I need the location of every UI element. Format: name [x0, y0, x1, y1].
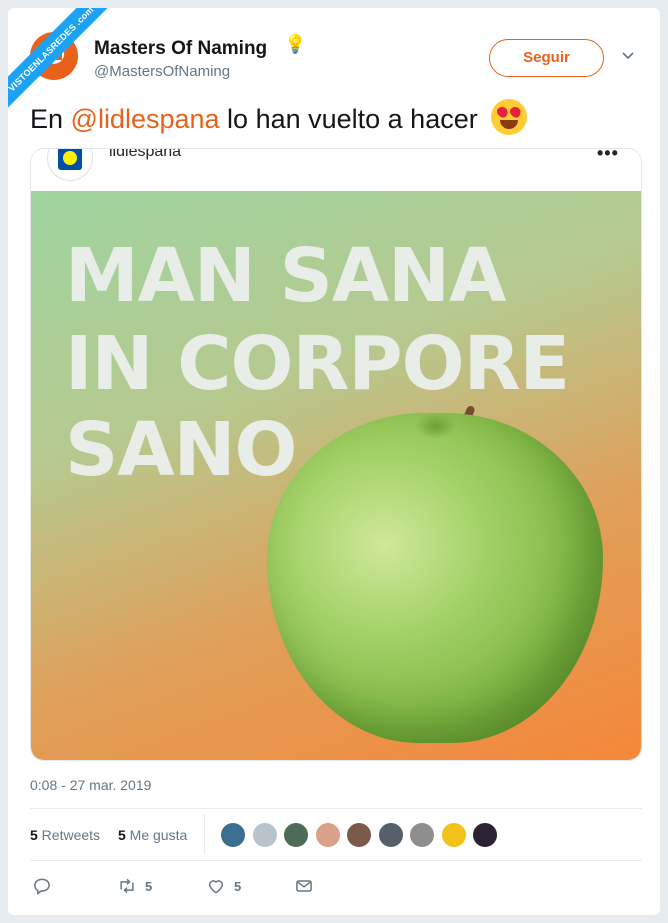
tweet-text-end: lo han vuelto a hacer — [219, 104, 478, 135]
tweet-card: VISTOENLASREDES .com Masters Of Naming 💡… — [8, 8, 660, 915]
green-apple-image — [267, 413, 603, 743]
like-count: 5 — [234, 878, 242, 894]
liker-avatar[interactable] — [283, 822, 309, 848]
ad-headline-line-3: SANO — [65, 407, 297, 493]
chevron-down-icon[interactable] — [622, 50, 634, 62]
light-bulb-icon: 💡 — [284, 34, 307, 54]
liker-avatar[interactable] — [409, 822, 435, 848]
heart-icon — [208, 880, 224, 894]
liker-avatar[interactable] — [251, 822, 278, 848]
reply-icon — [34, 878, 50, 895]
retweets-label: Retweets — [37, 827, 101, 843]
lidl-logo-icon — [47, 149, 93, 181]
apple-top-shading — [416, 413, 456, 439]
direct-message-button[interactable] — [294, 875, 314, 897]
envelope-icon — [296, 880, 312, 892]
stats-divider — [204, 814, 205, 854]
embedded-post-image[interactable]: lidlespana ••• MAN SANA IN CORPORE SANO — [30, 148, 642, 761]
ad-headline-line-1: MAN SANA — [65, 233, 506, 319]
more-options-icon: ••• — [597, 148, 619, 163]
retweet-icon — [120, 878, 134, 894]
advert-graphic: MAN SANA IN CORPORE SANO — [31, 191, 641, 760]
retweet-count: 5 — [145, 878, 153, 894]
likes-count: 5 — [118, 827, 126, 843]
heart-eyes-emoji-icon — [491, 99, 528, 135]
reply-button[interactable] — [32, 875, 60, 897]
tweet-timestamp[interactable]: 0:08 - 27 mar. 2019 — [30, 777, 151, 793]
likes-stat[interactable]: 5 Me gusta — [118, 827, 187, 843]
embedded-post-header: lidlespana ••• — [31, 149, 641, 191]
author-name[interactable]: Masters Of Naming — [94, 38, 267, 60]
liker-avatar[interactable] — [220, 822, 246, 848]
liker-avatar[interactable] — [440, 822, 467, 848]
liker-avatar[interactable] — [314, 822, 341, 848]
embedded-username: lidlespana — [109, 148, 182, 160]
liker-avatar[interactable] — [346, 822, 372, 848]
like-button[interactable]: 5 — [206, 875, 241, 897]
retweet-button[interactable]: 5 — [117, 875, 152, 897]
liker-avatar[interactable] — [472, 822, 498, 848]
liker-avatar[interactable] — [377, 822, 404, 848]
retweets-count: 5 — [30, 827, 38, 843]
likes-label: Me gusta — [125, 827, 188, 843]
divider — [30, 860, 642, 861]
divider — [30, 808, 642, 809]
watermark-ribbon: VISTOENLASREDES .com — [8, 8, 118, 118]
watermark-text: VISTOENLASREDES .com — [8, 8, 118, 117]
ad-headline-line-2: IN CORPORE — [65, 321, 570, 407]
retweets-stat[interactable]: 5 Retweets — [30, 827, 100, 843]
follow-button[interactable]: Seguir — [489, 39, 604, 77]
